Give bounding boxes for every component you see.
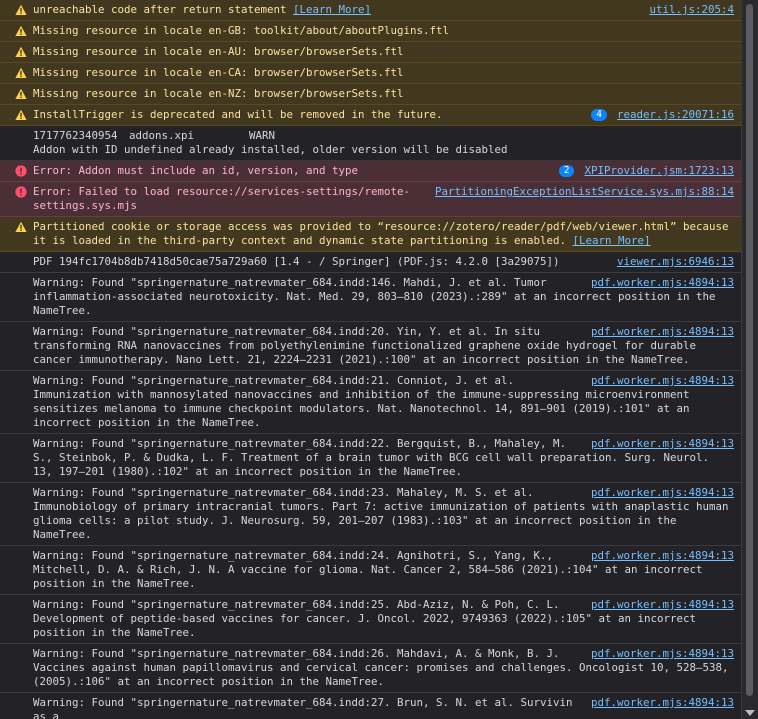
message-body: Error: Addon must include an id, version… [33,164,359,177]
source-link[interactable]: pdf.worker.mjs:4894:13 [591,696,734,709]
message-meta: pdf.worker.mjs:4894:13 [591,549,734,563]
message-meta: PartitioningExceptionListService.sys.mjs… [435,185,734,199]
message-text: Missing resource in locale en-CA: browse… [33,66,734,80]
source-link[interactable]: pdf.worker.mjs:4894:13 [591,276,734,289]
console-message-log[interactable]: pdf.worker.mjs:4894:13 Warning: Found "sp… [0,693,742,719]
message-body: PDF 194fc1704b8db7418d50cae75a729a60 [1.… [33,255,560,268]
console-message-error[interactable]: PartitioningExceptionListService.sys.mjs… [0,182,742,217]
scrollbar-thumb[interactable] [746,4,753,696]
message-meta: pdf.worker.mjs:4894:13 [591,374,734,388]
log-column: addons.xpi [129,129,195,142]
message-text: Missing resource in locale en-AU: browse… [33,45,734,59]
message-meta: viewer.mjs:6946:13 [617,255,734,269]
log-column: WARN [249,129,276,142]
message-meta: 4 reader.js:20071:16 [591,108,734,122]
repeat-count-badge: 2 [558,165,575,177]
console-message-warn[interactable]: Partitioned cookie or storage access was… [0,217,742,252]
message-meta: pdf.worker.mjs:4894:13 [591,486,734,500]
source-link[interactable]: pdf.worker.mjs:4894:13 [591,437,734,450]
message-body: Missing resource in locale en-CA: browse… [33,66,404,79]
source-link[interactable]: pdf.worker.mjs:4894:13 [591,374,734,387]
warning-icon [15,109,27,121]
message-meta: pdf.worker.mjs:4894:13 [591,276,734,290]
repeat-count-badge: 4 [591,109,607,121]
console-message-log[interactable]: pdf.worker.mjs:4894:13 Warning: Found "sp… [0,595,742,644]
console-message-log[interactable]: pdf.worker.mjs:4894:13 Warning: Found "sp… [0,546,742,595]
message-meta: pdf.worker.mjs:4894:13 [591,437,734,451]
log-column: 1717762340954 [33,129,118,142]
message-body: Warning: Found "springernature_natrevmat… [33,696,573,719]
message-body: Missing resource in locale en-AU: browse… [33,45,404,58]
source-link[interactable]: viewer.mjs:6946:13 [617,255,734,268]
message-meta: 2 XPIProvider.jsm:1723:13 [558,164,734,178]
source-link[interactable]: reader.js:20071:16 [617,108,734,121]
console-message-warn[interactable]: util.js:205:4 unreachable code after retu… [0,0,742,21]
scroll-down-arrow-icon[interactable] [745,710,755,716]
warning-icon [15,221,27,233]
message-text: Missing resource in locale en-NZ: browse… [33,87,734,101]
error-icon [15,165,27,177]
source-link[interactable]: pdf.worker.mjs:4894:13 [591,598,734,611]
warning-icon [15,88,27,100]
warning-icon [15,46,27,58]
console-message-warn[interactable]: 4 reader.js:20071:16 InstallTrigger is dep… [0,105,742,126]
source-link[interactable]: pdf.worker.mjs:4894:13 [591,486,734,499]
message-body: Missing resource in locale en-GB: toolki… [33,24,450,37]
message-text: 1717762340954 addons.xpi WARNAddon with ID… [33,129,734,157]
learn-more-link[interactable]: [Learn More] [573,234,651,247]
console-message-log[interactable]: pdf.worker.mjs:4894:13 Warning: Found "sp… [0,644,742,693]
console-message-warn[interactable]: Missing resource in locale en-AU: browse… [0,42,742,63]
message-body: InstallTrigger is deprecated and will be… [33,108,443,121]
source-link[interactable]: PartitioningExceptionListService.sys.mjs… [435,185,734,198]
message-text: Missing resource in locale en-GB: toolki… [33,24,734,38]
log-column: Addon with ID undefined already installe… [33,143,508,156]
warning-icon [15,25,27,37]
console-message-warn[interactable]: Missing resource in locale en-GB: toolki… [0,21,742,42]
console-message-log[interactable]: pdf.worker.mjs:4894:13 Warning: Found "sp… [0,434,742,483]
console-output: util.js:205:4 unreachable code after retu… [0,0,742,719]
message-meta: util.js:205:4 [649,3,734,17]
message-text: Partitioned cookie or storage access was… [33,220,734,248]
warning-icon [15,4,27,16]
message-meta: pdf.worker.mjs:4894:13 [591,696,734,710]
message-meta: pdf.worker.mjs:4894:13 [591,325,734,339]
source-link[interactable]: pdf.worker.mjs:4894:13 [591,325,734,338]
console-message-log[interactable]: pdf.worker.mjs:4894:13 Warning: Found "sp… [0,322,742,371]
warning-icon [15,67,27,79]
error-icon [15,186,27,198]
message-meta: pdf.worker.mjs:4894:13 [591,647,734,661]
source-link[interactable]: XPIProvider.jsm:1723:13 [584,164,734,177]
console-message-error[interactable]: 2 XPIProvider.jsm:1723:13 Error: Addon mus… [0,161,742,182]
message-text: unreachable code after return statement … [33,3,734,17]
console-message-log[interactable]: viewer.mjs:6946:13 PDF 194fc1704b8db7418d… [0,252,742,273]
console-message-warn[interactable]: Missing resource in locale en-NZ: browse… [0,84,742,105]
message-meta: pdf.worker.mjs:4894:13 [591,598,734,612]
console-message-log[interactable]: pdf.worker.mjs:4894:13 Warning: Found "sp… [0,371,742,434]
source-link[interactable]: pdf.worker.mjs:4894:13 [591,647,734,660]
console-message-log[interactable]: 1717762340954 addons.xpi WARNAddon with ID… [0,126,742,161]
learn-more-link[interactable]: [Learn More] [293,3,371,16]
message-body: unreachable code after return statement [33,3,287,16]
source-link[interactable]: util.js:205:4 [649,3,734,16]
message-body: Error: Failed to load resource://service… [33,185,411,212]
message-body: Missing resource in locale en-NZ: browse… [33,87,404,100]
console-message-log[interactable]: pdf.worker.mjs:4894:13 Warning: Found "sp… [0,273,742,322]
console-message-warn[interactable]: Missing resource in locale en-CA: browse… [0,63,742,84]
vertical-scrollbar[interactable] [741,0,758,719]
console-message-log[interactable]: pdf.worker.mjs:4894:13 Warning: Found "sp… [0,483,742,546]
source-link[interactable]: pdf.worker.mjs:4894:13 [591,549,734,562]
